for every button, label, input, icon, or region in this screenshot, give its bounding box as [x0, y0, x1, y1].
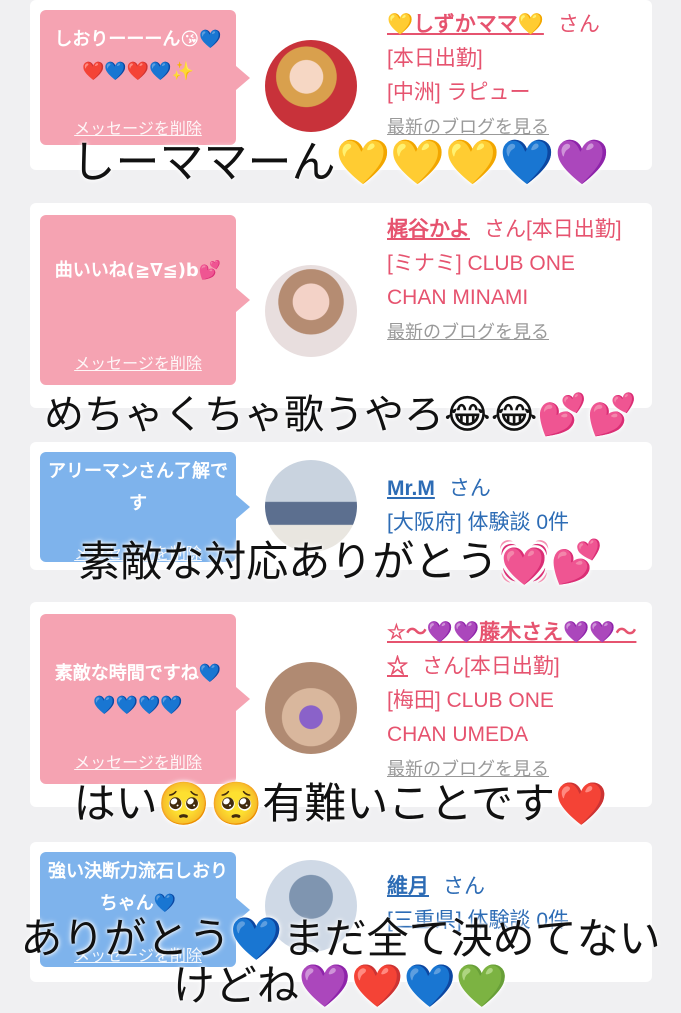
honorific: さん: [557, 13, 600, 36]
message-text: 素敵な時間ですね💙💙💙💙💙: [54, 663, 222, 716]
message-bubble: しおりーーーん😘💙❤️💙❤️💙✨ メッセージを削除: [40, 10, 250, 145]
store-text: CHAN UMEDA: [387, 723, 529, 746]
avatar[interactable]: [265, 40, 357, 132]
avatar[interactable]: [265, 662, 357, 754]
overlay-caption-1: しーママーん💛💛💛💙💜: [71, 137, 610, 188]
honorific: さん: [443, 875, 485, 898]
message-text: しおりーーーん😘💙❤️💙❤️💙✨: [54, 29, 222, 82]
sender-info: 梶谷かよ さん[本日出勤] [ミナミ] CLUB ONE CHAN MINAMI …: [387, 213, 647, 349]
delete-message-link[interactable]: メッセージを削除: [40, 350, 236, 374]
sender-name[interactable]: 💛しずかママ💛: [387, 13, 544, 36]
location-text: [梅田] CLUB ONE: [387, 689, 554, 712]
location-text: [ミナミ] CLUB ONE: [387, 252, 575, 275]
honorific: さん[本日出勤]: [422, 655, 560, 678]
message-card-2: 曲いいね(≧∇≦)b💕 メッセージを削除 梶谷かよ さん[本日出勤] [ミナミ] …: [30, 203, 652, 408]
sender-info: ☆〜💜💜藤木さえ💜💜〜☆ さん[本日出勤] [梅田] CLUB ONE CHAN …: [387, 616, 647, 786]
sender-name[interactable]: 維月: [387, 875, 429, 898]
location-text: [中洲] ラピュー: [387, 81, 531, 104]
message-text: 曲いいね(≧∇≦)b💕: [54, 260, 222, 281]
honorific: さん[本日出勤]: [483, 218, 622, 241]
overlay-caption-6: けどね💜❤️💙💚: [172, 961, 509, 1010]
overlay-caption-3: 素敵な対応ありがとう💓💕: [78, 537, 603, 586]
blog-link[interactable]: 最新のブログを見る: [387, 322, 549, 342]
message-bubble: 素敵な時間ですね💙💙💙💙💙 メッセージを削除: [40, 614, 250, 784]
status-text: [本日出勤]: [387, 47, 483, 70]
message-text: アリーマンさん了解です: [48, 461, 228, 514]
store-text: CHAN MINAMI: [387, 286, 529, 309]
honorific: さん: [448, 477, 491, 500]
message-bubble: 曲いいね(≧∇≦)b💕 メッセージを削除: [40, 215, 250, 385]
overlay-caption-2: めちゃくちゃ歌うやろ😂😂💕💕: [43, 392, 638, 438]
overlay-caption-4: はい🥺🥺有難いことです❤️: [73, 779, 608, 828]
sender-name[interactable]: Mr.M: [387, 477, 435, 500]
avatar[interactable]: [265, 265, 357, 357]
sender-info: 💛しずかママ💛 さん [本日出勤] [中洲] ラピュー 最新のブログを見る: [387, 8, 647, 144]
sender-name[interactable]: 梶谷かよ: [387, 218, 470, 241]
